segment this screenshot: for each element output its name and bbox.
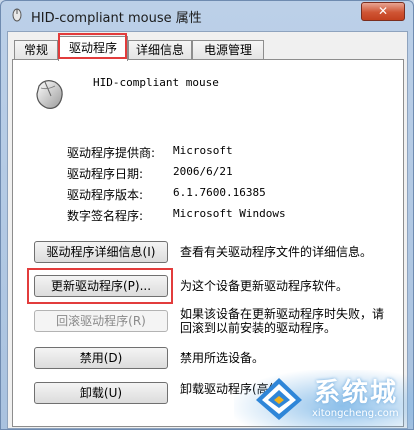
digital-signer-value: Microsoft Windows [173,207,286,220]
mouse-icon [12,8,22,22]
roll-back-driver-button[interactable]: 回滚驱动程序(R) [34,310,168,332]
driver-version-value: 6.1.7600.16385 [173,186,266,199]
tab-power-management[interactable]: 电源管理 [192,40,264,60]
close-icon: ✕ [377,4,389,18]
driver-details-button[interactable]: 驱动程序详细信息(I) [34,241,168,263]
driver-date-label: 驱动程序日期: [67,167,144,181]
tab-general[interactable]: 常规 [14,40,58,60]
watermark-url: xitongcheng.com [312,408,399,419]
site-watermark: 系统城 xitongcheng.com [234,370,414,430]
update-driver-button[interactable]: 更新驱动程序(P)... [34,275,168,297]
roll-back-driver-description: 如果该设备在更新驱动程序时失败，请回滚到以前安装的驱动程序。 [180,307,385,335]
tab-driver[interactable]: 驱动程序 [58,36,128,61]
driver-provider-label: 驱动程序提供商: [67,146,156,160]
driver-date-value: 2006/6/21 [173,165,233,178]
disable-button[interactable]: 禁用(D) [34,347,168,369]
uninstall-button[interactable]: 卸载(U) [34,382,168,404]
tab-details[interactable]: 详细信息 [128,40,192,60]
mouse-device-icon [36,80,63,109]
update-driver-description: 为这个设备更新驱动程序软件。 [180,279,349,293]
properties-window: HID-compliant mouse 属性 ✕ 常规 驱动程序 详细信息 电源… [0,0,414,430]
window-title: HID-compliant mouse 属性 [31,11,202,26]
watermark-name: 系统城 [314,378,399,408]
driver-provider-value: Microsoft [173,144,233,157]
watermark-logo-icon [256,378,302,420]
digital-signer-label: 数字签名程序: [67,209,144,223]
close-button[interactable]: ✕ [361,2,405,21]
driver-details-description: 查看有关驱动程序文件的详细信息。 [180,245,373,259]
device-name: HID-compliant mouse [93,76,219,89]
title-bar[interactable]: HID-compliant mouse 属性 ✕ [1,1,413,29]
driver-version-label: 驱动程序版本: [67,188,144,202]
disable-description: 禁用所选设备。 [180,351,265,365]
